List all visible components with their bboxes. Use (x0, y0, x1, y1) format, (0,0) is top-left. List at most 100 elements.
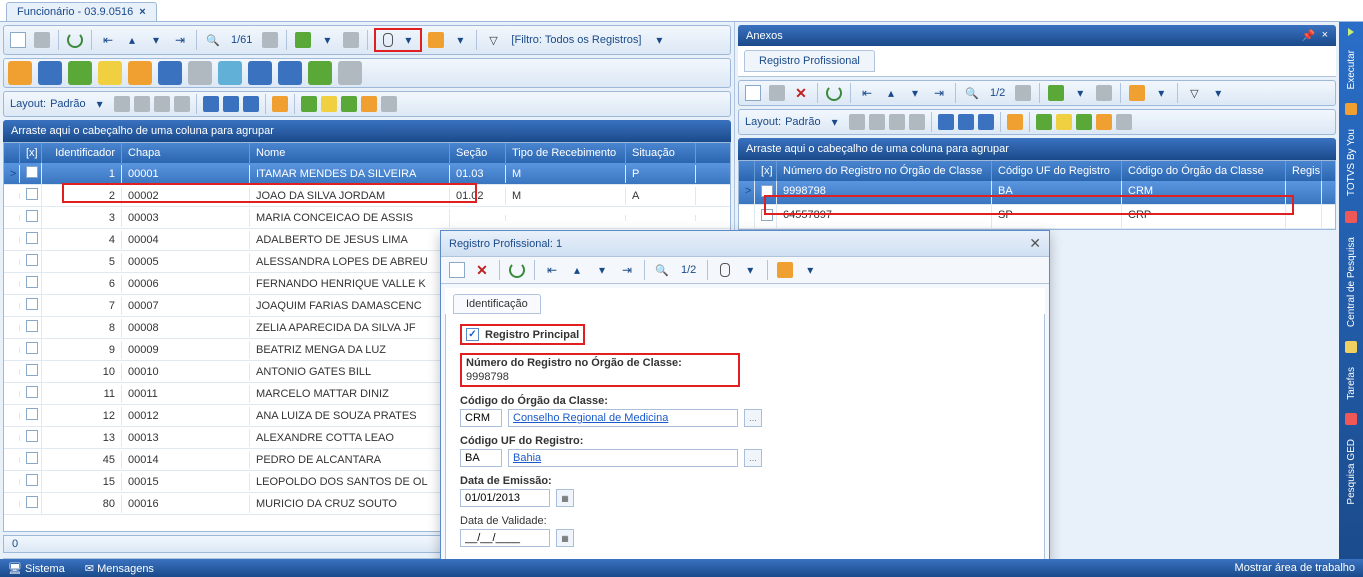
anx-c1-icon[interactable] (938, 114, 954, 130)
anx-delete-icon[interactable]: ✕ (791, 83, 811, 103)
dlg-refresh-icon[interactable] (507, 260, 527, 280)
close-panel-icon[interactable]: × (1322, 29, 1328, 42)
dlg-process-icon[interactable] (775, 260, 795, 280)
uf-lookup-icon[interactable]: … (744, 449, 762, 467)
dlg-prev-icon[interactable]: ▴ (567, 260, 587, 280)
byyou-icon[interactable] (1345, 103, 1357, 115)
status-sistema[interactable]: 🖥 Sistema (8, 562, 65, 575)
tarefas-icon[interactable] (1345, 341, 1357, 353)
prev-icon[interactable]: ▴ (122, 30, 142, 50)
edit-icon[interactable] (32, 30, 52, 50)
layout-value[interactable]: Padrão (50, 98, 85, 110)
dlg-last-icon[interactable]: ⇥ (617, 260, 637, 280)
anx-export-dd-icon[interactable]: ▾ (1070, 83, 1090, 103)
group1-icon[interactable] (248, 61, 272, 85)
folder-icon[interactable] (218, 61, 242, 85)
layout-dd-icon[interactable]: ▾ (90, 94, 110, 114)
anx-export-icon[interactable] (1046, 83, 1066, 103)
anx-lb4-icon[interactable] (909, 114, 925, 130)
col-nome[interactable]: Nome (250, 143, 450, 163)
anx-last-icon[interactable]: ⇥ (929, 83, 949, 103)
anx-c2-icon[interactable] (958, 114, 974, 130)
view1-icon[interactable] (301, 96, 317, 112)
checkbox-checked-icon[interactable]: ✓ (466, 328, 479, 341)
anx-process-icon[interactable] (1127, 83, 1147, 103)
anx-prev-icon[interactable]: ▴ (881, 83, 901, 103)
anx-search-icon[interactable]: 🔍 (962, 83, 982, 103)
anx-next-icon[interactable]: ▾ (905, 83, 925, 103)
filter-funnel-icon[interactable]: ▽ (483, 30, 503, 50)
pin-icon[interactable]: 📌 (1302, 29, 1316, 42)
rcol-numero[interactable]: Número do Registro no Órgão de Classe (777, 161, 992, 181)
plus-icon[interactable] (68, 61, 92, 85)
anx-edit-icon[interactable] (767, 83, 787, 103)
table-row[interactable]: 64557897SPCRP (739, 205, 1335, 229)
group2-icon[interactable] (278, 61, 302, 85)
rcol-uf[interactable]: Código UF do Registro (992, 161, 1122, 181)
anx-v5-icon[interactable] (1116, 114, 1132, 130)
anx-first-icon[interactable]: ⇤ (857, 83, 877, 103)
clip-icon[interactable] (378, 30, 398, 50)
anx-lb2-icon[interactable] (869, 114, 885, 130)
search-icon[interactable]: 🔍 (203, 30, 223, 50)
user-detail-icon[interactable] (38, 61, 62, 85)
central-icon[interactable] (1345, 211, 1357, 223)
grid-icon[interactable] (260, 30, 280, 50)
anx-v4-icon[interactable] (1096, 114, 1112, 130)
dlg-new-icon[interactable] (447, 260, 467, 280)
tab-registro-profissional[interactable]: Registro Profissional (744, 50, 875, 72)
status-mostrar[interactable]: Mostrar área de trabalho (1235, 562, 1355, 574)
anx-new-icon[interactable] (743, 83, 763, 103)
ged-icon[interactable] (1345, 413, 1357, 425)
mail-icon[interactable] (188, 61, 212, 85)
col-chapa[interactable]: Chapa (122, 143, 250, 163)
orgao-desc-link[interactable]: Conselho Regional de Medicina (508, 409, 738, 427)
last-icon[interactable]: ⇥ (170, 30, 190, 50)
view3-icon[interactable] (341, 96, 357, 112)
anx-v2-icon[interactable] (1056, 114, 1072, 130)
anx-refresh-icon[interactable] (824, 83, 844, 103)
dlg-search-icon[interactable]: 🔍 (652, 260, 672, 280)
tab-funcionario[interactable]: Funcionário - 03.9.0516 × (6, 2, 157, 21)
col-situacao[interactable]: Situação (626, 143, 696, 163)
dlg-delete-icon[interactable]: ✕ (472, 260, 492, 280)
anx-layout-dd-icon[interactable]: ▾ (825, 112, 845, 132)
clip-dd-icon[interactable]: ▾ (398, 30, 418, 50)
process-dd-icon[interactable]: ▾ (450, 30, 470, 50)
emissao-calendar-icon[interactable]: ▦ (556, 489, 574, 507)
status-mensagens[interactable]: ✉ Mensagens (85, 562, 154, 575)
rcol-regis[interactable]: Regis (1286, 161, 1322, 181)
orgao-code-input[interactable] (460, 409, 502, 427)
sun-icon[interactable] (98, 61, 122, 85)
table-row[interactable]: >100001ITAMAR MENDES DA SILVEIRA01.03MP (4, 163, 730, 185)
view4-icon[interactable] (361, 96, 377, 112)
ged-label[interactable]: Pesquisa GED (1346, 439, 1357, 505)
anx-grid-icon[interactable] (1013, 83, 1033, 103)
anx-layout-value[interactable]: Padrão (785, 116, 820, 128)
process-icon[interactable] (426, 30, 446, 50)
table-row[interactable]: >9998798BACRM (739, 181, 1335, 205)
rcol-orgao[interactable]: Código do Órgão da Classe (1122, 161, 1286, 181)
cols-btn2-icon[interactable] (223, 96, 239, 112)
view2-icon[interactable] (321, 96, 337, 112)
dialog-close-icon[interactable]: ✕ (1029, 235, 1041, 252)
col-tipo[interactable]: Tipo de Recebimento (506, 143, 626, 163)
executar-label[interactable]: Executar (1346, 50, 1357, 89)
tab-close-icon[interactable]: × (139, 6, 145, 18)
anx-v3-icon[interactable] (1076, 114, 1092, 130)
table-row[interactable]: 200002JOAO DA SILVA JORDAM01.02MA (4, 185, 730, 207)
dlg-clip-icon[interactable] (715, 260, 735, 280)
uf-desc-link[interactable]: Bahia (508, 449, 738, 467)
next-icon[interactable]: ▾ (146, 30, 166, 50)
dlg-next-icon[interactable]: ▾ (592, 260, 612, 280)
cols-btn3-icon[interactable] (243, 96, 259, 112)
anx-lb1-icon[interactable] (849, 114, 865, 130)
group-add-icon[interactable] (308, 61, 332, 85)
dlg-first-icon[interactable]: ⇤ (542, 260, 562, 280)
layout-btn4-icon[interactable] (174, 96, 190, 112)
anx-print-icon[interactable] (1094, 83, 1114, 103)
dlg-clip-dd-icon[interactable]: ▾ (740, 260, 760, 280)
table-row[interactable]: 300003MARIA CONCEICAO DE ASSIS (4, 207, 730, 229)
dialog-title-bar[interactable]: Registro Profissional: 1 ✕ (441, 231, 1049, 257)
export-icon[interactable] (293, 30, 313, 50)
